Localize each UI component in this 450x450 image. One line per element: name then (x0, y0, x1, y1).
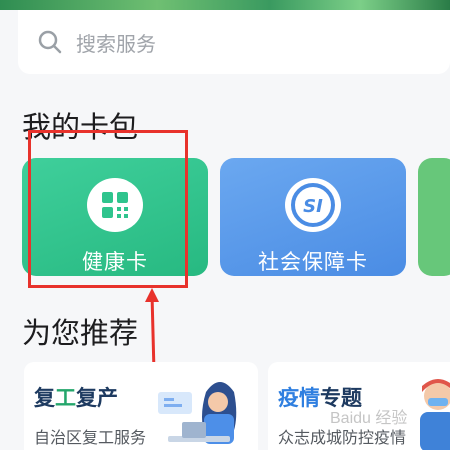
office-worker-illustration (158, 382, 237, 444)
recommend-card-title: 复工复产 (34, 387, 118, 410)
social-security-card-label: 社会保障卡 (258, 251, 368, 274)
third-card[interactable] (418, 158, 450, 276)
search-bar[interactable]: 搜索服务 (18, 10, 450, 74)
social-security-card[interactable]: SI 社会保障卡 (220, 158, 406, 276)
search-icon (36, 28, 64, 56)
medical-staff-illustration (420, 379, 450, 450)
svg-text:SI: SI (303, 196, 323, 217)
top-banner-strip (0, 0, 450, 10)
recommend-card-subtitle: 自治区复工服务 (34, 430, 147, 447)
recommend-card-resume-work[interactable]: 复工复产 自治区复工服务 (24, 362, 258, 450)
social-security-icon: SI (285, 178, 341, 232)
recommend-section-title: 为您推荐 (22, 318, 139, 350)
highlight-box (28, 130, 188, 288)
search-placeholder: 搜索服务 (76, 33, 156, 56)
watermark: Baidu 经验 (330, 410, 408, 427)
